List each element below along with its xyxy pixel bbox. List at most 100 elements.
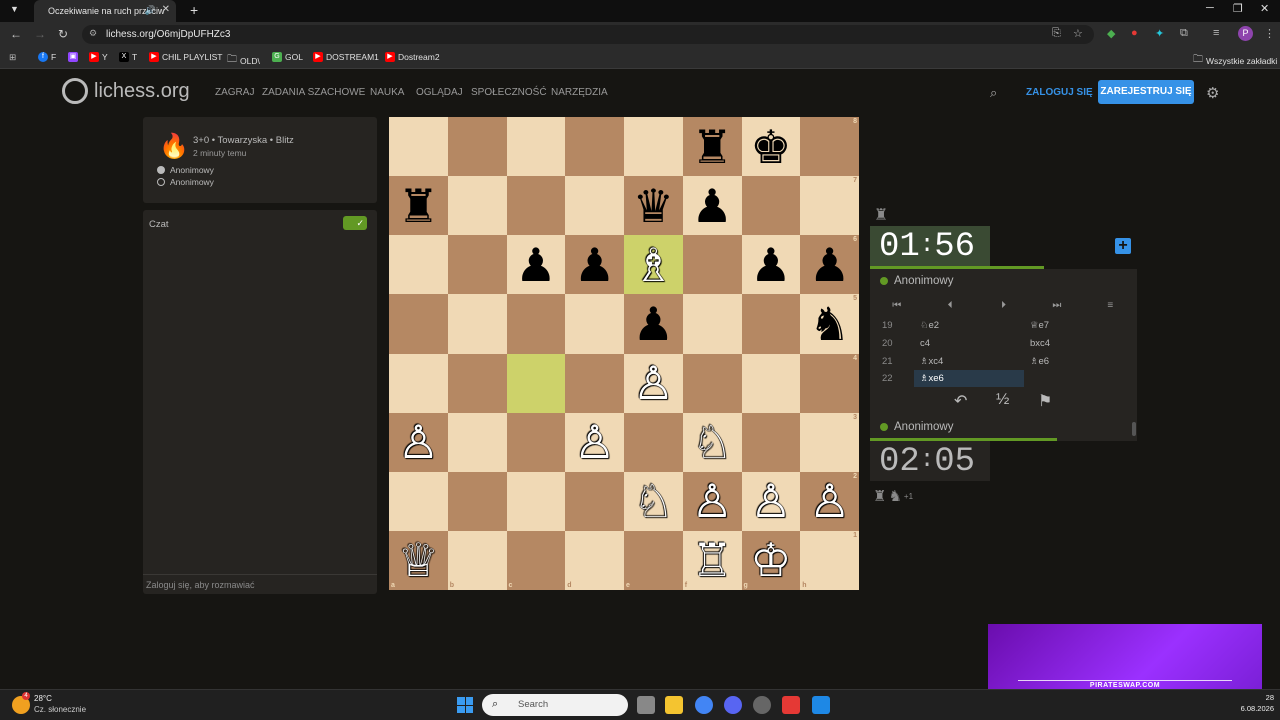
square-f6[interactable] <box>682 235 742 295</box>
black-rook-icon[interactable]: ♜ <box>398 183 439 229</box>
draw-offer-icon[interactable]: ½ <box>996 391 1009 409</box>
discord-icon[interactable] <box>724 696 742 714</box>
nav-play[interactable]: ZAGRAJ <box>215 87 254 98</box>
apps-grid-icon[interactable]: ⊞ <box>9 52 16 63</box>
square-h2[interactable]: ♙ 2 <box>800 471 859 531</box>
nav-tools[interactable]: NARZĘDZIA <box>551 87 608 98</box>
square-a8[interactable] <box>389 117 448 177</box>
white-queen-icon[interactable]: ♕ <box>398 537 439 583</box>
minimize-icon[interactable]: ─ <box>1206 2 1214 14</box>
install-icon[interactable]: ⎘ <box>1052 27 1061 40</box>
square-b7[interactable] <box>447 176 507 236</box>
first-move-icon[interactable]: ⏮ <box>870 297 923 315</box>
url-field[interactable]: ⚙ lichess.org/O6mjDpUFHZc3 <box>82 25 1094 44</box>
square-f5[interactable] <box>682 294 742 354</box>
search-icon[interactable]: ⌕ <box>990 85 997 101</box>
square-h1[interactable]: 1h <box>800 530 859 590</box>
square-b3[interactable] <box>447 412 507 472</box>
square-b4[interactable] <box>447 353 507 413</box>
move-white[interactable]: ♘e2 <box>920 320 939 331</box>
browser-tab[interactable]: Oczekiwanie na ruch przeciw 🔊 ✕ <box>34 0 176 22</box>
square-c2[interactable] <box>506 471 566 531</box>
square-d6[interactable]: ♟ <box>565 235 624 295</box>
chess-board[interactable]: ♜ ♚ 8 ♜ ♛ ♟ 7 ♟ ♟ ♗ ♟ ♟ 6 ♟ ♞ 5 ♙ 4 ♙ ♙ ♘ 3 ♘ ♙ ♙ ♙ 2 ♕ a b c d e ♖ f ♔ g 1 h <box>389 117 859 590</box>
chat-input[interactable]: Zaloguj się, aby rozmawiać <box>143 574 377 594</box>
square-h7[interactable]: 7 <box>800 176 859 236</box>
square-e3[interactable] <box>624 412 683 472</box>
square-c8[interactable] <box>506 117 566 177</box>
menu-icon[interactable]: ≡ <box>1084 297 1137 315</box>
white-bishop-icon[interactable]: ♗ <box>633 242 674 288</box>
move-white[interactable]: ♗xc4 <box>920 356 943 367</box>
square-e4[interactable]: ♙ <box>624 353 683 413</box>
square-a6[interactable] <box>389 235 448 295</box>
square-e7[interactable]: ♛ <box>624 176 683 236</box>
square-a7[interactable]: ♜ <box>389 176 448 236</box>
obs-icon[interactable] <box>753 696 771 714</box>
square-e1[interactable]: e <box>624 530 683 590</box>
next-move-icon[interactable]: ⏵ <box>977 297 1030 315</box>
square-c7[interactable] <box>506 176 566 236</box>
restore-icon[interactable]: ❐ <box>1233 2 1243 15</box>
black-player[interactable]: Anonimowy <box>157 177 214 187</box>
site-logo[interactable]: lichess.org <box>62 78 190 104</box>
record-extension-icon[interactable]: ● <box>1131 27 1138 39</box>
star-icon[interactable]: ☆ <box>1073 27 1083 40</box>
square-d7[interactable] <box>565 176 624 236</box>
square-c4[interactable] <box>506 353 566 413</box>
task-view-icon[interactable] <box>637 696 655 714</box>
square-g4[interactable] <box>741 353 801 413</box>
nav-learn[interactable]: NAUKA <box>370 87 404 98</box>
black-king-icon[interactable]: ♚ <box>750 124 791 170</box>
takeback-icon[interactable]: ↶ <box>954 391 967 411</box>
close-tab-icon[interactable]: ✕ <box>162 4 170 15</box>
move-black[interactable]: ♕e7 <box>1030 320 1049 331</box>
square-b5[interactable] <box>447 294 507 354</box>
square-h5[interactable]: ♞ 5 <box>800 294 859 354</box>
square-g1[interactable]: ♔ g <box>741 530 801 590</box>
square-a3[interactable]: ♙ <box>389 412 448 472</box>
bookmark-gol[interactable]: G GOL <box>272 52 303 62</box>
extension-icon[interactable]: ✦ <box>1155 27 1164 40</box>
tab-list-icon[interactable]: ▼ <box>10 4 19 14</box>
chat-toggle[interactable]: ✓ <box>343 216 367 230</box>
bottom-player[interactable]: Anonimowy <box>880 421 953 433</box>
square-h4[interactable]: 4 <box>800 353 859 413</box>
square-f7[interactable]: ♟ <box>682 176 742 236</box>
signup-button[interactable]: ZAREJESTRUJ SIĘ <box>1098 80 1194 104</box>
black-pawn-icon[interactable]: ♟ <box>750 242 791 288</box>
white-player[interactable]: Anonimowy <box>157 165 214 175</box>
white-pawn-icon[interactable]: ♙ <box>398 419 439 465</box>
square-d5[interactable] <box>565 294 624 354</box>
white-pawn-icon[interactable]: ♙ <box>633 360 674 406</box>
square-d4[interactable] <box>565 353 624 413</box>
square-f4[interactable] <box>682 353 742 413</box>
puzzle-icon[interactable]: ⧉ <box>1180 27 1188 40</box>
shield-extension-icon[interactable]: ◆ <box>1107 27 1115 40</box>
site-info-icon[interactable]: ⚙ <box>89 28 97 39</box>
last-move-icon[interactable]: ⏭ <box>1030 297 1083 315</box>
nav-watch[interactable]: OGLĄDAJ <box>416 87 463 98</box>
all-bookmarks[interactable]: 🗀 Wszystkie zakładki <box>1193 52 1277 69</box>
resign-flag-icon[interactable]: ⚑ <box>1038 391 1052 411</box>
black-queen-icon[interactable]: ♛ <box>633 183 674 229</box>
square-h8[interactable]: 8 <box>800 117 859 177</box>
square-h6[interactable]: ♟ 6 <box>800 235 859 295</box>
black-pawn-icon[interactable]: ♟ <box>515 242 556 288</box>
black-knight-icon[interactable]: ♞ <box>809 301 850 347</box>
square-a2[interactable] <box>389 471 448 531</box>
white-pawn-icon[interactable]: ♙ <box>809 478 850 524</box>
app-icon[interactable] <box>782 696 800 714</box>
white-rook-icon[interactable]: ♖ <box>692 537 733 583</box>
square-a5[interactable] <box>389 294 448 354</box>
square-f1[interactable]: ♖ f <box>682 530 742 590</box>
top-player[interactable]: Anonimowy <box>880 275 953 287</box>
move-white[interactable]: ♗xe6 <box>920 373 944 384</box>
kebab-menu-icon[interactable]: ⋮ <box>1264 27 1275 40</box>
square-b8[interactable] <box>447 117 507 177</box>
square-b2[interactable] <box>447 471 507 531</box>
gear-icon[interactable]: ⚙ <box>1206 84 1219 102</box>
chrome-icon[interactable] <box>695 696 713 714</box>
square-d8[interactable] <box>565 117 624 177</box>
nav-community[interactable]: SPOŁECZNOŚĆ <box>471 87 547 98</box>
